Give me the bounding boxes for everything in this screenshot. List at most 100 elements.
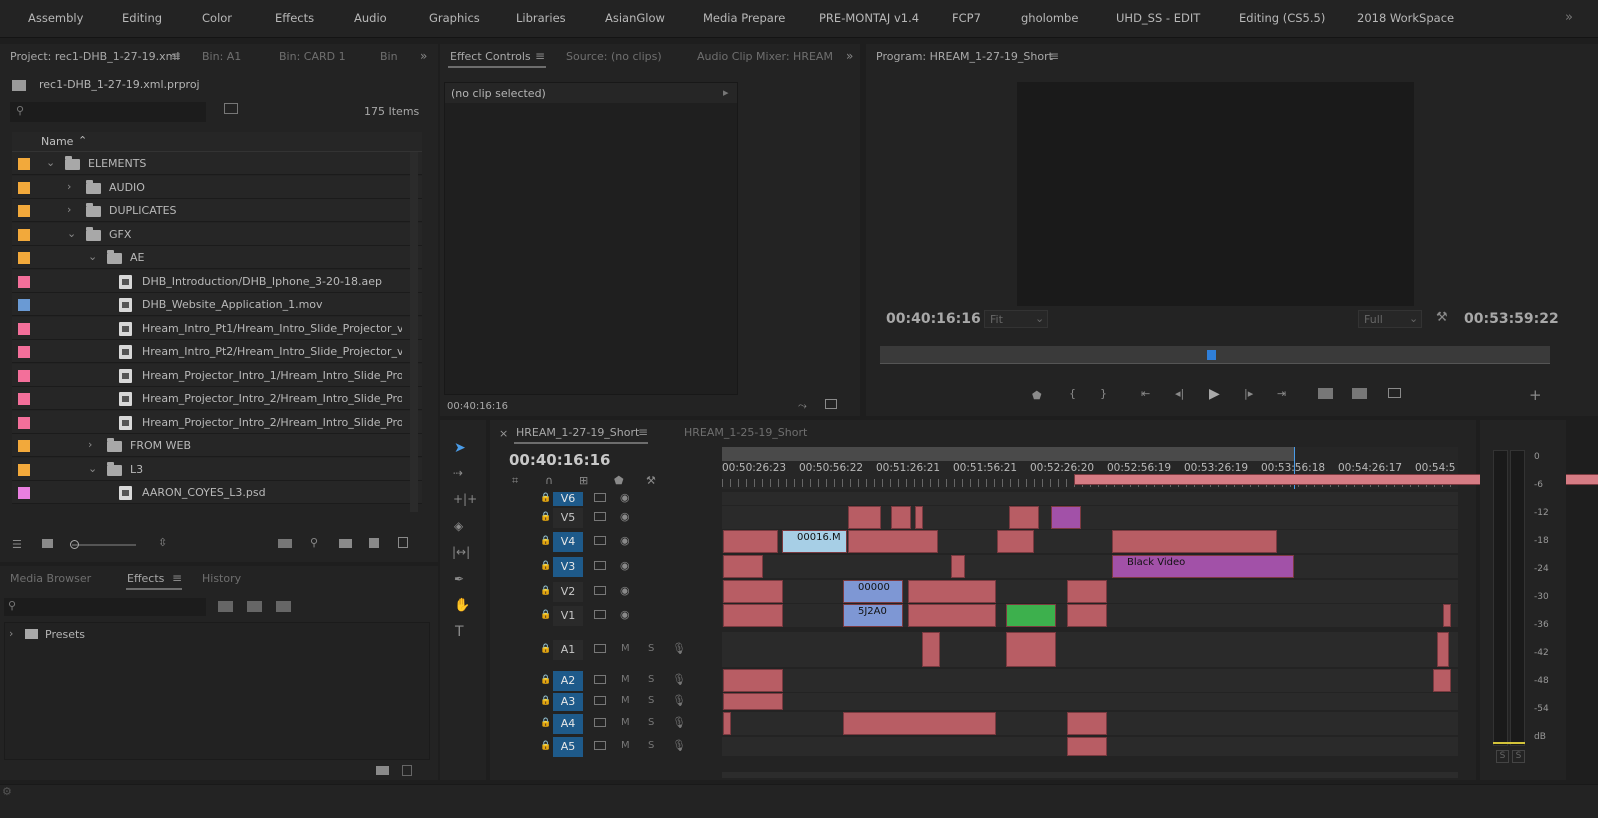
timeline-clip[interactable] (915, 506, 923, 529)
list-item[interactable]: › DUPLICATES (12, 199, 422, 222)
timeline-clip[interactable] (723, 555, 763, 578)
lock-icon[interactable]: 🔒 (540, 493, 551, 503)
sync-lock-icon[interactable] (594, 586, 606, 595)
label-color-swatch[interactable] (18, 299, 30, 311)
chevron-right-icon[interactable]: › (67, 203, 71, 216)
solo-button[interactable]: S (648, 643, 654, 654)
track-target-button[interactable]: V2 (553, 582, 583, 602)
track-target-button[interactable]: A5 (553, 737, 583, 757)
sync-lock-icon[interactable] (594, 741, 606, 750)
lock-icon[interactable]: 🔒 (540, 718, 551, 728)
timeline-clip[interactable] (723, 693, 783, 710)
filter-icon[interactable]: ⤳ (798, 399, 807, 413)
add-button-icon[interactable]: + (1529, 386, 1542, 404)
list-scrollbar[interactable] (410, 152, 418, 512)
mute-button[interactable]: M (621, 695, 630, 706)
new-item-icon[interactable] (369, 538, 379, 548)
sync-lock-icon[interactable] (594, 675, 606, 684)
fit-dropdown[interactable]: Fit ⌄ (984, 310, 1048, 328)
snap-icon[interactable]: ∩ (545, 474, 553, 487)
sync-lock-icon[interactable] (594, 696, 606, 705)
mute-button[interactable]: M (621, 740, 630, 751)
track-target-button[interactable]: A2 (553, 671, 583, 691)
panel-overflow-icon[interactable]: » (846, 49, 853, 63)
timeline-clip[interactable]: 5J2A0 (843, 604, 903, 627)
track-select-tool-icon[interactable]: ⇢ (453, 466, 463, 480)
solo-left-button[interactable]: S (1496, 750, 1509, 763)
microphone-icon[interactable]: 🎙 (672, 739, 686, 752)
chevron-down-icon[interactable]: ⌄ (67, 227, 76, 240)
list-item[interactable]: ⌄ ELEMENTS (12, 152, 422, 175)
go-to-in-icon[interactable]: ⇤ (1141, 387, 1150, 400)
expand-icon[interactable]: ▸ (723, 86, 729, 99)
clear-icon[interactable] (398, 537, 408, 548)
sync-lock-icon[interactable] (594, 718, 606, 727)
label-color-swatch[interactable] (18, 205, 30, 217)
timeline-clip[interactable]: Black Video (1112, 555, 1294, 578)
list-item[interactable]: DHB_Website_Application_1.mov (12, 293, 422, 316)
solo-button[interactable]: S (648, 695, 654, 706)
effects-search-input[interactable] (4, 598, 206, 616)
lock-icon[interactable]: 🔒 (540, 696, 551, 706)
list-item[interactable]: ⌄ AE (12, 246, 422, 269)
timeline-clip[interactable]: 00016.M (782, 530, 847, 553)
workspace-tab[interactable]: gholombe (1021, 11, 1078, 25)
lock-icon[interactable]: 🔒 (540, 675, 551, 685)
play-icon[interactable]: ▶ (1209, 386, 1220, 402)
workspace-tab[interactable]: Editing (CS5.5) (1239, 11, 1325, 25)
sort-icons-icon[interactable]: ⇳ (158, 536, 167, 549)
workspace-tab[interactable]: Effects (275, 11, 314, 25)
solo-right-button[interactable]: S (1512, 750, 1525, 763)
workspace-tab[interactable]: Libraries (516, 11, 566, 25)
list-item[interactable]: › FROM WEB (12, 434, 422, 457)
tab-project[interactable]: Project: rec1-DHB_1-27-19.xml (10, 50, 179, 63)
label-color-swatch[interactable] (18, 463, 30, 476)
tab-audio-clip-mixer[interactable]: Audio Clip Mixer: HREAM (697, 50, 833, 63)
workspace-tab[interactable]: Audio (354, 11, 387, 25)
workspace-tab[interactable]: 2018 WorkSpace (1357, 11, 1454, 25)
tab-effect-controls[interactable]: Effect Controls (450, 50, 531, 63)
list-item[interactable]: Hream_Intro_Pt2/Hream_Intro_Slide_Projec… (12, 340, 422, 363)
timeline-clip[interactable] (723, 580, 783, 603)
panel-menu-icon[interactable]: ≡ (638, 425, 648, 439)
linked-selection-icon[interactable]: ⊞ (579, 474, 588, 487)
go-to-out-icon[interactable]: ⇥ (1277, 387, 1286, 400)
pen-tool-icon[interactable]: ✒ (454, 572, 464, 586)
timeline-clip[interactable] (1067, 580, 1107, 603)
microphone-icon[interactable]: 🎙 (672, 673, 686, 686)
program-playhead[interactable] (1207, 350, 1216, 360)
sync-lock-icon[interactable] (594, 536, 606, 545)
workspace-tab[interactable]: Graphics (429, 11, 480, 25)
list-item[interactable]: Hream_Intro_Pt1/Hream_Intro_Slide_Projec… (12, 316, 422, 340)
video-track-lane[interactable] (722, 506, 1458, 529)
chevron-down-icon[interactable]: ⌄ (46, 156, 55, 169)
tab-source[interactable]: Source: (no clips) (566, 50, 662, 63)
tab-bin-a1[interactable]: Bin: A1 (202, 50, 241, 63)
timeline-clip[interactable] (723, 604, 783, 627)
list-item[interactable]: › AUDIO (12, 175, 422, 199)
track-target-button[interactable]: V4 (553, 532, 583, 552)
new-search-bin-icon[interactable] (224, 103, 238, 114)
new-custom-bin-icon[interactable] (376, 766, 389, 775)
more-workspaces-icon[interactable]: » (1565, 10, 1573, 25)
tab-media-browser[interactable]: Media Browser (10, 572, 91, 585)
wrench-icon[interactable]: ⚒ (646, 474, 656, 487)
label-color-swatch[interactable] (18, 440, 30, 452)
lock-icon[interactable]: 🔒 (540, 741, 551, 751)
timeline-clip[interactable] (908, 580, 996, 603)
tab-effects[interactable]: Effects (127, 572, 164, 585)
workspace-tab[interactable]: Editing (122, 11, 162, 25)
timeline-clip[interactable] (1443, 604, 1451, 627)
label-color-swatch[interactable] (18, 181, 30, 194)
solo-button[interactable]: S (648, 740, 654, 751)
panel-overflow-icon[interactable]: » (420, 49, 427, 63)
list-item[interactable]: Hream_Projector_Intro_2/Hream_Intro_Slid… (12, 387, 422, 410)
panel-menu-icon[interactable]: ≡ (171, 49, 181, 63)
timeline-clip[interactable] (723, 530, 778, 553)
timeline-clip[interactable] (848, 506, 881, 529)
workspace-tab[interactable]: AsianGlow (605, 11, 665, 25)
accelerated-effects-icon[interactable] (218, 601, 233, 612)
timeline-clip[interactable] (1051, 506, 1081, 529)
hand-tool-icon[interactable]: ✋ (454, 598, 470, 613)
label-color-swatch[interactable] (18, 322, 30, 335)
